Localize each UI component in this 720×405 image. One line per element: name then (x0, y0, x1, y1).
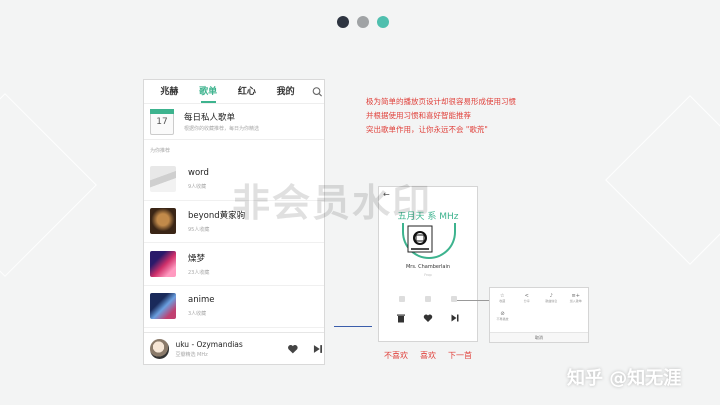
background-decoration (605, 95, 720, 265)
control-label-next: 下一首 (448, 351, 472, 360)
playlist-count: 95人收藏 (188, 227, 210, 234)
menu-item-label: 分享 (523, 298, 530, 303)
playlist-cover (150, 165, 176, 192)
page-dot-3-active[interactable] (377, 16, 389, 28)
playlist-cover (150, 250, 176, 277)
menu-item-label: 收藏 (499, 298, 506, 303)
playlist-count: 3人收藏 (188, 311, 207, 318)
calendar-icon: 17 (150, 108, 174, 135)
now-playing-channel: 豆瓣精选 MHz (175, 351, 208, 358)
tab-hearts[interactable]: 红心 (228, 80, 267, 104)
menu-item-label: 不再播放 (496, 316, 509, 321)
annotation-line: 并根据使用习惯和喜好智能推荐 (366, 111, 471, 120)
playlist-item[interactable]: anime 3人收藏 (144, 286, 324, 328)
album-name: Frop (424, 273, 432, 277)
control-label-like: 喜欢 (420, 351, 436, 360)
menu-item-label: 歌曲信息 (545, 298, 558, 303)
playlist-count: 23人收藏 (188, 269, 210, 276)
more-icon[interactable] (451, 296, 457, 302)
trash-icon[interactable] (396, 313, 406, 323)
daily-playlist-title: 每日私人歌单 (184, 113, 236, 123)
next-track-icon[interactable] (450, 313, 460, 323)
daily-playlist-row[interactable]: 17 每日私人歌单 根据你的收藏推荐，每日为你精选 (144, 104, 324, 140)
daily-playlist-subtitle: 根据你的收藏推荐，每日为你精选 (184, 126, 260, 132)
playlist-item[interactable]: 燥梦 23人收藏 (144, 243, 324, 286)
more-menu-popup: ☆ 收藏 < 分享 ♪ 歌曲信息 ≡+ 加入歌单 ⊘ 不再播放 取消 (489, 287, 589, 343)
calendar-day: 17 (156, 116, 168, 127)
playlist-cover (150, 293, 176, 320)
connector-line (334, 326, 372, 327)
background-decoration (0, 93, 97, 277)
download-icon[interactable] (425, 296, 431, 302)
share-icon[interactable] (399, 296, 405, 302)
menu-item-song-info[interactable]: ♪ 歌曲信息 (539, 290, 564, 306)
tab-bar: 兆赫 歌单 红心 我的 (144, 80, 324, 104)
brand-credit: 知乎 @知无涯 (567, 368, 682, 389)
playlist-name: anime (188, 295, 215, 306)
artist-name: Mrs. Chamberlain (405, 264, 451, 270)
playlist-cover (150, 208, 176, 235)
menu-item-share[interactable]: < 分享 (515, 290, 540, 306)
annotation-line: 突出歌单作用，让你永远不会 "歌荒" (366, 125, 488, 134)
heart-icon[interactable] (423, 313, 433, 323)
playlist-name: word (188, 167, 209, 178)
mini-player[interactable]: uku - Ozymandias 豆瓣精选 MHz (144, 332, 324, 364)
menu-item-never-play[interactable]: ⊘ 不再播放 (490, 308, 515, 324)
next-track-icon[interactable] (312, 343, 324, 355)
now-playing-title: uku - Ozymandias (175, 339, 243, 349)
design-annotation: 极为简单的播放页设计却很容易形成使用习惯 并根据使用习惯和喜好智能推荐 突出歌单… (366, 95, 516, 137)
now-playing-cover (150, 338, 170, 359)
playlist-count: 9人收藏 (188, 183, 207, 190)
annotation-line: 极为简单的播放页设计却很容易形成使用习惯 (366, 97, 516, 106)
tab-mhz[interactable]: 兆赫 (150, 80, 189, 104)
watermark-text: 非会员水印 (232, 181, 433, 225)
section-label: 为你推荐 (150, 148, 171, 154)
tab-mine[interactable]: 我的 (266, 80, 305, 104)
cancel-button[interactable]: 取消 (490, 332, 588, 342)
connector-line (457, 300, 489, 301)
heart-icon[interactable] (287, 343, 299, 355)
page-dot-1[interactable] (337, 16, 349, 28)
page-indicator[interactable] (337, 16, 389, 28)
tab-playlists[interactable]: 歌单 (189, 80, 228, 104)
menu-item-favorite[interactable]: ☆ 收藏 (490, 290, 515, 306)
control-label-dislike: 不喜欢 (384, 351, 408, 360)
search-icon[interactable] (311, 85, 324, 99)
page-dot-2[interactable] (357, 16, 369, 28)
player-controls (379, 313, 477, 323)
album-art (407, 225, 433, 253)
menu-item-add-to-playlist[interactable]: ≡+ 加入歌单 (564, 290, 589, 306)
secondary-controls (379, 296, 477, 302)
menu-item-label: 加入歌单 (569, 298, 582, 303)
playlist-name: 燥梦 (188, 253, 206, 264)
